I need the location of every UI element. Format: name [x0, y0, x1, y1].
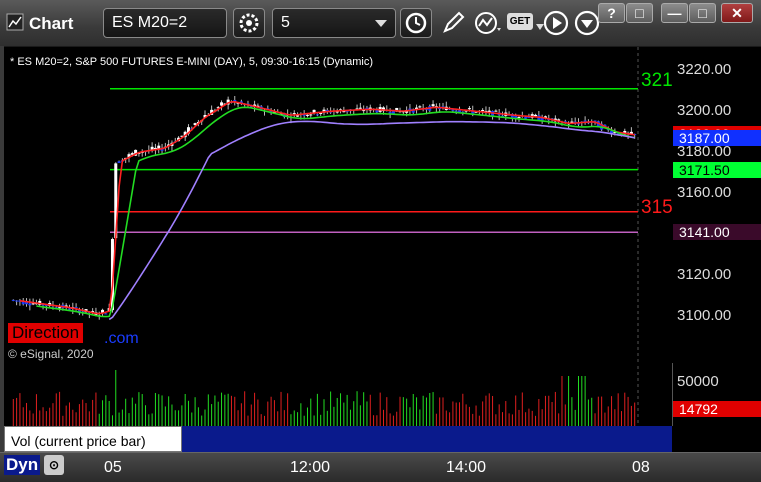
help-button[interactable]: ?: [598, 3, 625, 23]
restore-button[interactable]: □: [626, 3, 653, 23]
chevron-down-icon: [375, 20, 387, 27]
price-tick: 3220.00: [677, 61, 732, 79]
minimize-button[interactable]: —: [661, 3, 688, 23]
clock-icon: [405, 12, 427, 34]
volume-current-tag: 14792: [673, 401, 761, 417]
price-tick: 3200.00: [677, 102, 732, 120]
maximize-button[interactable]: □: [689, 3, 716, 23]
candle-body: [418, 106, 422, 108]
chart-toolbar: Chart ES M20=2 5 GET ? □ — □ ✕: [0, 0, 761, 47]
price-tick: 3160.00: [677, 184, 732, 202]
study-icon[interactable]: [473, 10, 503, 36]
candle-body: [104, 313, 108, 315]
candle-body: [309, 114, 313, 116]
symbol-value: ES M20=2: [112, 14, 188, 31]
candle-body: [305, 114, 309, 116]
level-label-upper: 321: [641, 70, 672, 91]
price-chart[interactable]: [4, 47, 672, 363]
candle-body: [117, 161, 121, 164]
lock-icon[interactable]: ⊙: [44, 455, 64, 475]
candle-body: [292, 113, 296, 115]
pencil-draw-icon[interactable]: [440, 10, 466, 36]
candle-body: [315, 114, 319, 116]
price-tag: 3187.00: [673, 129, 761, 146]
chart-title: * ES M20=2, S&P 500 FUTURES E-MINI (DAY)…: [10, 56, 374, 68]
candle-body: [15, 300, 19, 302]
price-tick: 3120.00: [677, 266, 732, 284]
chart-app-icon: [6, 13, 24, 31]
menu-icon[interactable]: [573, 9, 601, 37]
candle-body: [431, 104, 435, 107]
close-icon[interactable]: ✕: [170, 427, 181, 443]
time-button[interactable]: [400, 8, 432, 38]
candle-body: [296, 115, 300, 117]
candle-body: [524, 116, 528, 119]
price-tag: 3171.50: [673, 161, 761, 178]
level-label-lower: 315: [641, 197, 672, 218]
copyright-text: © eSignal, 2020: [8, 347, 94, 361]
candle-body: [58, 307, 62, 309]
price-tag: 3141.00: [673, 224, 761, 241]
candle-body: [494, 110, 498, 112]
watermark-suffix: .com: [104, 330, 139, 347]
candle-body: [454, 110, 458, 112]
candle-body: [517, 117, 521, 119]
ma-red-line: [19, 100, 635, 315]
time-tick-08: 08: [632, 459, 650, 476]
time-tick-1400: 14:00: [446, 459, 487, 476]
dynamic-label: Dyn: [4, 455, 41, 475]
symbol-selector[interactable]: ES M20=2: [103, 8, 227, 38]
play-icon[interactable]: [542, 9, 570, 37]
get-data-button[interactable]: GET: [507, 13, 533, 30]
volume-axis-tick: 50000: [677, 373, 719, 390]
app-title: Chart: [29, 14, 74, 33]
ma-purple-line: [108, 120, 635, 321]
close-button[interactable]: ✕: [721, 3, 753, 23]
volume-chart[interactable]: [4, 366, 672, 426]
watermark-brand: Direction: [8, 323, 84, 343]
time-tick-1200: 12:00: [290, 459, 331, 476]
time-tick-05: 05: [104, 459, 122, 476]
candle-body: [358, 107, 362, 109]
candle-body: [467, 108, 471, 110]
interval-value: 5: [281, 14, 290, 31]
interval-dropdown[interactable]: 5: [272, 8, 396, 38]
candle-body: [11, 299, 15, 301]
candle-body: [220, 102, 224, 106]
volume-label: Vol (current price bar): [4, 426, 182, 452]
candle-body: [481, 109, 485, 112]
symbol-settings-button[interactable]: [233, 8, 265, 38]
gear-icon: [239, 13, 259, 33]
candle-body: [28, 303, 32, 306]
price-tick: 3100.00: [677, 307, 732, 325]
candle-body: [67, 308, 71, 310]
